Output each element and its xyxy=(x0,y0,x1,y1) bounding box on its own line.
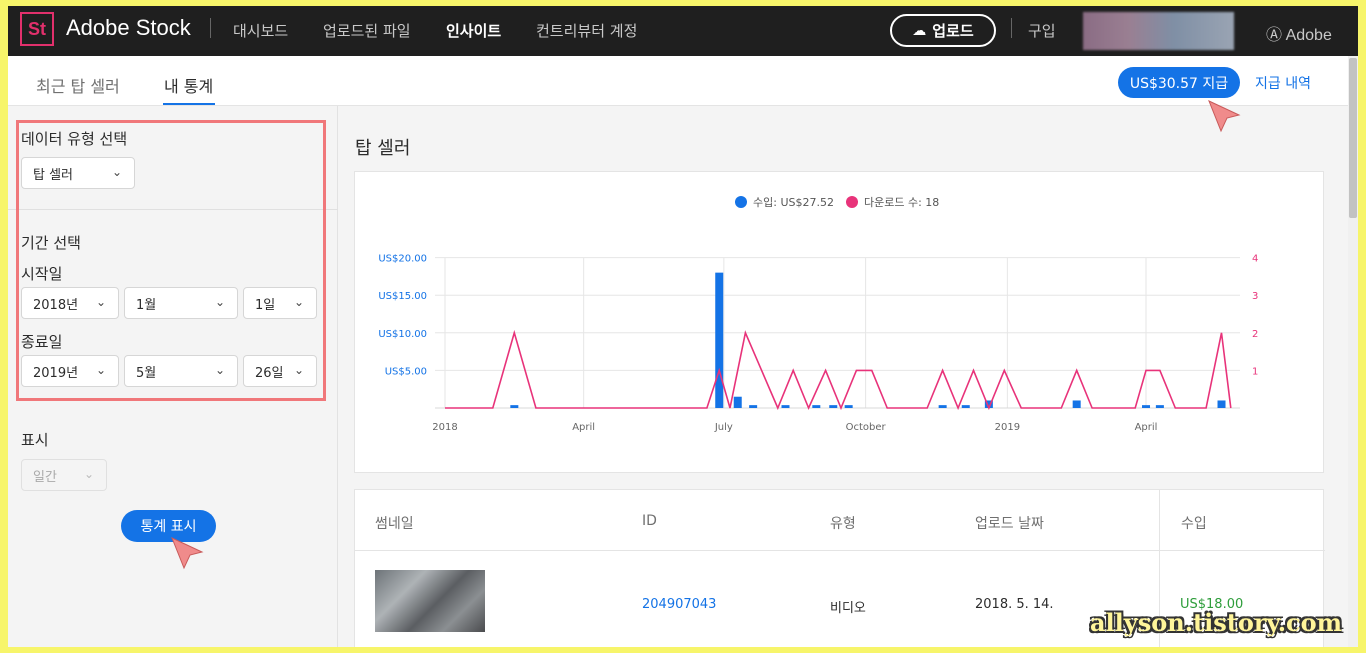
top-seller-chart: 2018 April July October 2019 April US$5.00 US$1… xyxy=(378,254,1258,433)
nav-item-insights[interactable]: 인사이트 xyxy=(446,20,501,41)
column-header-thumbnail: 썸네일 xyxy=(375,516,414,532)
scrollbar-thumb[interactable] xyxy=(1349,58,1357,218)
page-title: 탑 셀러 xyxy=(355,138,411,159)
revenue-bar xyxy=(781,405,790,408)
revenue-bar xyxy=(844,405,853,408)
x-tick-label: July xyxy=(714,422,733,433)
y-right-tick-label: 3 xyxy=(1252,291,1258,302)
legend-item-downloads[interactable]: 다운로드 수: 18 xyxy=(846,194,939,210)
display-label: 표시 xyxy=(21,431,49,449)
asset-type: 비디오 xyxy=(830,601,866,616)
revenue-bar xyxy=(961,405,970,408)
revenue-bar xyxy=(749,405,758,408)
y-left-tick-label: US$20.00 xyxy=(378,254,427,265)
blurred-account-area[interactable] xyxy=(1083,12,1234,50)
pointer-arrow-icon xyxy=(171,537,204,570)
display-interval-value: 일간 xyxy=(33,469,57,485)
cloud-upload-icon: ☁ xyxy=(912,22,927,39)
page-scrollbar[interactable] xyxy=(1348,56,1358,647)
nav-item-dashboard[interactable]: 대시보드 xyxy=(233,20,288,41)
highlight-annotation-box xyxy=(16,120,326,401)
y-right-tick-label: 2 xyxy=(1252,329,1258,340)
revenue-bar xyxy=(1217,400,1226,408)
header-divider xyxy=(355,550,1325,551)
x-tick-label: 2018 xyxy=(432,422,457,433)
adobe-a-icon: Ⓐ xyxy=(1266,27,1283,44)
revenue-bar xyxy=(812,405,821,408)
revenue-bar xyxy=(829,405,838,408)
revenue-bar xyxy=(510,405,519,408)
upload-button-label: 업로드 xyxy=(932,22,974,40)
y-left-tick-label: US$10.00 xyxy=(378,329,427,340)
asset-upload-date: 2018. 5. 14. xyxy=(975,597,1054,612)
active-tab-indicator xyxy=(163,103,215,105)
asset-id-link[interactable]: 204907043 xyxy=(642,597,716,612)
x-tick-label: 2019 xyxy=(995,422,1020,433)
asset-thumbnail[interactable] xyxy=(375,570,485,632)
column-header-upload-date: 업로드 날짜 xyxy=(975,516,1044,532)
column-header-type: 유형 xyxy=(830,516,856,532)
legend-dot-revenue xyxy=(735,196,747,208)
revenue-bar xyxy=(1142,405,1151,408)
y-right-tick-label: 1 xyxy=(1252,366,1258,377)
revenue-bar xyxy=(715,272,724,408)
column-header-id: ID xyxy=(642,513,657,529)
nav-item-contributor-account[interactable]: 컨트리뷰터 계정 xyxy=(536,20,637,41)
top-navigation-bar: St Adobe Stock 대시보드 업로드된 파일 인사이트 컨트리뷰터 계… xyxy=(8,6,1358,56)
adobe-stock-logo[interactable]: St xyxy=(20,12,54,46)
payout-history-link[interactable]: 지급 내역 xyxy=(1255,73,1311,93)
y-right-tick-label: 4 xyxy=(1252,254,1258,265)
payout-button[interactable]: US$30.57 지급 xyxy=(1118,67,1240,98)
blog-watermark: allyson.tistory.com xyxy=(1090,608,1343,637)
chevron-down-icon: ⌄ xyxy=(83,467,94,481)
adobe-logo[interactable]: Ⓐ Adobe xyxy=(1266,21,1332,45)
legend-dot-downloads xyxy=(846,196,858,208)
x-tick-label: October xyxy=(846,422,887,433)
upload-button[interactable]: ☁ 업로드 xyxy=(890,14,996,47)
nav-item-uploaded-files[interactable]: 업로드된 파일 xyxy=(323,20,411,41)
nav-item-buy[interactable]: 구입 xyxy=(1028,20,1056,41)
insights-tab-bar: 최근 탑 셀러 내 통계 US$30.57 지급 지급 내역 xyxy=(8,56,1358,106)
legend-label-revenue: 수입: US$27.52 xyxy=(753,196,834,209)
brand-name[interactable]: Adobe Stock xyxy=(66,15,191,41)
x-tick-label: April xyxy=(1135,422,1158,433)
display-interval-select[interactable]: 일간 ⌄ xyxy=(21,459,107,491)
nav-separator xyxy=(1011,18,1012,38)
tab-my-stats[interactable]: 내 통계 xyxy=(164,73,213,97)
app-window: St Adobe Stock 대시보드 업로드된 파일 인사이트 컨트리뷰터 계… xyxy=(8,6,1358,647)
y-left-tick-label: US$5.00 xyxy=(385,366,427,377)
y-left-tick-label: US$15.00 xyxy=(378,291,427,302)
adobe-label: Adobe xyxy=(1285,27,1332,44)
column-header-revenue: 수입 xyxy=(1181,516,1207,532)
revenue-bar xyxy=(1155,405,1164,408)
revenue-bar xyxy=(733,396,742,408)
legend-item-revenue[interactable]: 수입: US$27.52 xyxy=(735,194,834,210)
revenue-bar xyxy=(938,405,947,408)
x-tick-label: April xyxy=(572,422,595,433)
revenue-bar xyxy=(1072,400,1081,408)
pointer-arrow-icon xyxy=(1208,100,1241,133)
legend-label-downloads: 다운로드 수: 18 xyxy=(864,196,940,209)
nav-separator xyxy=(210,18,211,38)
tab-recent-top-sellers[interactable]: 최근 탑 셀러 xyxy=(36,73,120,97)
chart-card: 수입: US$27.52 다운로드 수: 18 2018 April July Oct… xyxy=(354,171,1324,473)
